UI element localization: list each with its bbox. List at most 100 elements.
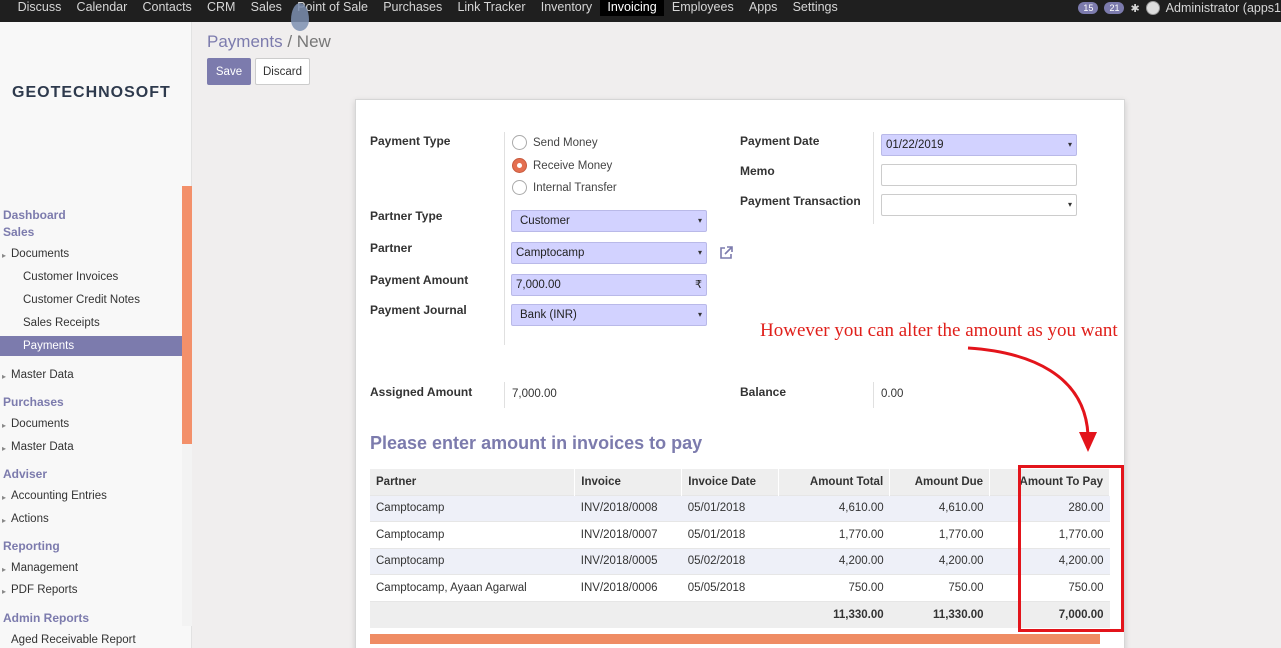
table-row[interactable]: Camptocamp, Ayaan Agarwal INV/2018/0006 … [370,574,1110,601]
caret-right-icon: ▸ [2,372,7,381]
caret-right-icon: ▸ [2,565,7,574]
table-row[interactable]: Camptocamp INV/2018/0007 05/01/2018 1,77… [370,521,1110,548]
partner-type-select[interactable]: Customer ▾ [511,210,707,232]
sidebar-dashboard[interactable]: Dashboard [3,208,185,222]
bug-icon[interactable]: ✱ [1130,2,1139,15]
external-link-icon[interactable] [718,245,734,261]
balance-label: Balance [740,385,787,399]
memo-input[interactable] [881,164,1077,186]
menu-settings[interactable]: Settings [785,0,845,16]
menu-sales[interactable]: Sales [243,0,289,16]
activities-badge[interactable]: 21 [1104,2,1125,14]
cell-amount-due: 4,610.00 [889,494,990,522]
systray: 15 21 ✱ Administrator (apps1 [1078,0,1281,16]
cell-amount-due: 1,770.00 [889,521,990,548]
cell-invoice: INV/2018/0005 [574,547,682,575]
radio-receive-money[interactable]: Receive Money [512,158,612,173]
column-header-invoice-date[interactable]: Invoice Date [681,469,780,495]
payment-journal-value: Bank (INR) [520,309,577,321]
payment-date-label: Payment Date [740,134,820,148]
messages-badge[interactable]: 15 [1078,2,1099,14]
column-header-partner[interactable]: Partner [370,469,576,495]
menu-invoicing[interactable]: Invoicing [599,0,665,16]
sidebar-section-sales: Sales [3,225,35,239]
company-logo: GEOTECHNOSOFT [12,84,171,101]
partner-type-value: Customer [520,215,570,227]
caret-right-icon: ▸ [2,421,7,430]
assigned-amount-label: Assigned Amount [370,385,473,399]
sidebar-sales-documents[interactable]: Documents [11,248,193,260]
cell-amount-total: 750.00 [778,574,890,601]
caret-down-icon: ▾ [697,216,702,225]
sidebar-purchases-documents[interactable]: Documents [11,418,193,430]
menu-contacts[interactable]: Contacts [135,0,200,16]
radio-button-icon[interactable] [512,135,527,150]
sidebar-section-reporting: Reporting [3,539,60,553]
menu-apps[interactable]: Apps [741,0,785,16]
payment-transaction-label: Payment Transaction [740,194,861,208]
partner-select[interactable]: Camptocamp ▾ [511,242,707,264]
partner-label: Partner [370,241,413,255]
table-row[interactable]: Camptocamp INV/2018/0008 05/01/2018 4,61… [370,494,1110,522]
menu-link-tracker[interactable]: Link Tracker [450,0,533,16]
breadcrumb-current: New [296,32,331,51]
radio-send-money-label: Send Money [533,136,598,149]
breadcrumb-separator: / [287,32,293,51]
cell-empty [681,600,779,628]
sidebar-sales-master-data[interactable]: Master Data [11,369,193,381]
sidebar-pdf-reports[interactable]: PDF Reports [11,584,193,596]
sidebar-customer-invoices[interactable]: Customer Invoices [23,271,205,283]
table-totals-row: 11,330.00 11,330.00 7,000.00 [370,600,1110,628]
cell-invoice-date: 05/02/2018 [681,547,779,575]
radio-button-icon[interactable] [512,180,527,195]
save-button[interactable]: Save [207,58,251,85]
cell-amount-total: 4,200.00 [778,547,890,575]
rupee-icon: ₹ [695,279,702,291]
sidebar-customer-credit-notes[interactable]: Customer Credit Notes [23,294,205,306]
caret-down-icon: ▾ [1067,140,1072,149]
horizontal-scrollbar[interactable] [370,634,1100,644]
breadcrumb-payments-link[interactable]: Payments [207,32,283,51]
sidebar-management[interactable]: Management [11,562,193,574]
avatar[interactable] [1145,1,1160,15]
menu-inventory[interactable]: Inventory [533,0,600,16]
table-row[interactable]: Camptocamp INV/2018/0005 05/02/2018 4,20… [370,547,1110,575]
menu-crm[interactable]: CRM [199,0,243,16]
total-amount-due: 11,330.00 [889,600,990,628]
sidebar-aged-receivable[interactable]: Aged Receivable Report [11,634,193,646]
divider [873,382,874,408]
menu-discuss[interactable]: Discuss [10,0,69,16]
user-menu[interactable]: Administrator (apps1 [1166,1,1281,15]
divider [873,132,874,224]
breadcrumb: Payments / New [207,32,331,52]
radio-internal-transfer[interactable]: Internal Transfer [512,180,617,195]
discard-button[interactable]: Discard [255,58,310,85]
payment-date-input[interactable]: 01/22/2019 ▾ [881,134,1077,156]
sidebar [0,22,192,648]
payment-date-value: 01/22/2019 [886,139,944,151]
payment-transaction-select[interactable]: ▾ [881,194,1077,216]
radio-internal-transfer-label: Internal Transfer [533,181,617,194]
payment-amount-input[interactable]: 7,000.00 ₹ [511,274,707,296]
sidebar-actions[interactable]: Actions [11,513,193,525]
menu-calendar[interactable]: Calendar [69,0,135,16]
payment-amount-label: Payment Amount [370,273,469,287]
sidebar-purchases-master-data[interactable]: Master Data [11,441,193,453]
sidebar-accounting-entries[interactable]: Accounting Entries [11,490,193,502]
payment-journal-select[interactable]: Bank (INR) ▾ [511,304,707,326]
column-header-invoice[interactable]: Invoice [574,469,683,495]
radio-button-checked-icon[interactable] [512,158,527,173]
sidebar-payments[interactable]: Payments [0,336,182,356]
sidebar-sales-receipts[interactable]: Sales Receipts [23,317,205,329]
caret-right-icon: ▸ [2,516,7,525]
cell-invoice-date: 05/01/2018 [681,494,779,522]
sidebar-section-adviser: Adviser [3,467,48,481]
column-header-amount-due[interactable]: Amount Due [889,469,991,495]
menu-employees[interactable]: Employees [664,0,741,16]
column-header-amount-total[interactable]: Amount Total [778,469,891,495]
invoices-section-title: Please enter amount in invoices to pay [370,433,703,453]
caret-right-icon: ▸ [2,444,7,453]
radio-receive-money-label: Receive Money [533,159,613,172]
menu-purchases[interactable]: Purchases [376,0,450,16]
radio-send-money[interactable]: Send Money [512,135,598,150]
